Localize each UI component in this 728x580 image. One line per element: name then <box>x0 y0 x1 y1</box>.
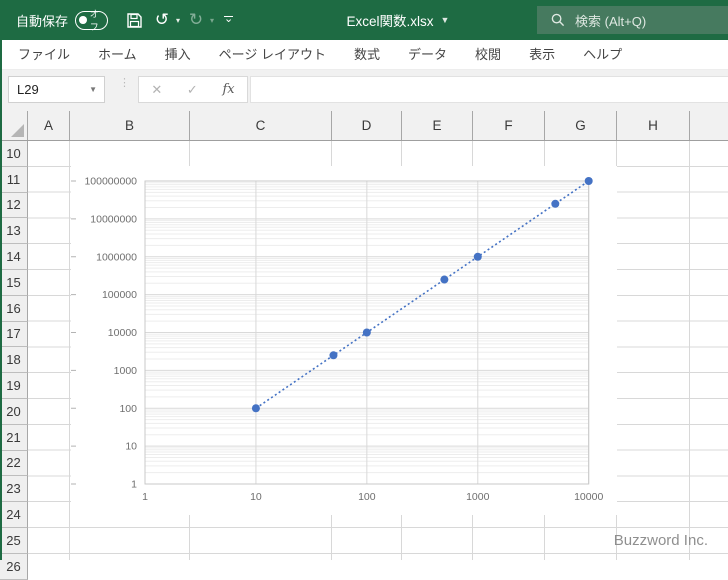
undo-dropdown-caret[interactable]: ▾ <box>176 16 180 25</box>
row-header-14[interactable]: 14 <box>0 244 28 270</box>
enter-button[interactable]: ✓ <box>187 82 198 98</box>
search-box[interactable]: 検索 (Alt+Q) <box>537 6 728 34</box>
svg-text:1: 1 <box>131 479 137 491</box>
search-icon <box>551 13 565 27</box>
chevron-down-icon: ⌄ <box>224 13 234 26</box>
formula-bar-row: L29 ▼ ⋮ ✕ ✓ fx <box>0 70 728 111</box>
autosave-state: オフ <box>89 9 99 32</box>
undo-button[interactable]: ↺ <box>150 7 174 33</box>
svg-text:10: 10 <box>250 491 262 503</box>
autosave-control[interactable]: 自動保存 オフ <box>16 9 109 32</box>
column-header-G[interactable]: G <box>545 111 617 140</box>
ribbon-tab-6[interactable]: 校閲 <box>461 40 515 69</box>
autosave-toggle[interactable]: オフ <box>75 9 109 32</box>
svg-text:1000: 1000 <box>114 365 138 377</box>
svg-text:100000000: 100000000 <box>84 176 137 188</box>
customize-qat-button[interactable]: ⌄ <box>224 13 234 26</box>
name-box[interactable]: L29 ▼ <box>8 76 105 103</box>
column-header-C[interactable]: C <box>190 111 332 140</box>
row-header-25[interactable]: 25 <box>0 528 28 554</box>
row-header-20[interactable]: 20 <box>0 399 28 425</box>
ribbon-tab-5[interactable]: データ <box>394 40 461 69</box>
row-header-12[interactable]: 12 <box>0 192 28 219</box>
window-left-border <box>0 40 2 560</box>
save-icon <box>126 12 142 28</box>
column-header-H[interactable]: H <box>617 111 690 140</box>
document-title: Excel関数.xlsx <box>346 14 434 29</box>
row-header-26[interactable]: 26 <box>0 553 28 580</box>
ribbon-tab-2[interactable]: 挿入 <box>151 40 205 69</box>
ribbon-tab-8[interactable]: ヘルプ <box>569 40 636 69</box>
insert-function-button[interactable]: fx <box>222 82 234 97</box>
ribbon-tab-1[interactable]: ホーム <box>84 40 151 69</box>
svg-text:1000000: 1000000 <box>96 251 137 263</box>
row-header-21[interactable]: 21 <box>0 424 28 451</box>
row-header-23[interactable]: 23 <box>0 476 28 503</box>
select-all-icon <box>11 124 24 137</box>
column-header-I[interactable]: I <box>690 111 728 140</box>
save-button[interactable] <box>122 7 146 33</box>
row-header-19[interactable]: 19 <box>0 373 28 399</box>
select-all-corner[interactable] <box>0 111 28 140</box>
formula-buttons: ✕ ✓ fx <box>138 76 248 103</box>
formula-bar-divider: ⋮ <box>119 77 130 89</box>
row-header-17[interactable]: 17 <box>0 321 28 348</box>
name-box-value: L29 <box>17 82 39 97</box>
undo-icon: ↺ <box>154 9 170 30</box>
column-header-A[interactable]: A <box>28 111 70 140</box>
svg-text:1: 1 <box>142 491 148 503</box>
chart[interactable]: 1 10 100 1000 10000 100000 1000000 10000000 1000… <box>71 166 617 515</box>
row-header-15[interactable]: 15 <box>0 270 28 296</box>
watermark-text: Buzzword Inc. <box>613 532 708 549</box>
row-header-16[interactable]: 16 <box>0 295 28 322</box>
svg-text:100: 100 <box>358 491 376 503</box>
name-box-caret-icon[interactable]: ▼ <box>89 85 97 94</box>
redo-button[interactable]: ↻ <box>184 7 208 33</box>
redo-icon: ↻ <box>188 9 204 30</box>
ribbon-tab-0[interactable]: ファイル <box>4 40 84 69</box>
gridline <box>69 141 70 560</box>
ribbon-tab-row: ファイル ホーム 挿入 ページ レイアウト 数式 データ 校閲 表示 ヘルプ <box>0 40 728 70</box>
row-header-18[interactable]: 18 <box>0 347 28 374</box>
scatter-log-log-chart: 1 10 100 1000 10000 100000 1000000 10000000 1000… <box>71 176 603 503</box>
column-header-F[interactable]: F <box>473 111 545 140</box>
column-header-D[interactable]: D <box>332 111 402 140</box>
column-header-B[interactable]: B <box>70 111 190 140</box>
svg-text:100: 100 <box>119 403 137 415</box>
svg-text:10000: 10000 <box>108 327 137 339</box>
row-header-10[interactable]: 10 <box>0 141 28 167</box>
title-dropdown-caret: ▼ <box>440 15 450 25</box>
document-title-control[interactable]: Excel関数.xlsx ▼ <box>347 0 450 40</box>
row-header-13[interactable]: 13 <box>0 218 28 245</box>
toggle-knob-icon <box>79 16 87 24</box>
svg-text:1000: 1000 <box>466 491 490 503</box>
row-header-11[interactable]: 11 <box>0 166 28 193</box>
ribbon-tab-7[interactable]: 表示 <box>515 40 569 69</box>
svg-text:10: 10 <box>125 441 137 453</box>
svg-text:10000: 10000 <box>574 491 603 503</box>
column-header-E[interactable]: E <box>402 111 473 140</box>
ribbon-tab-3[interactable]: ページ レイアウト <box>205 40 340 69</box>
quick-access-toolbar: ↺ ▾ ↻ ▾ ⌄ <box>122 7 233 33</box>
svg-text:10000000: 10000000 <box>90 213 137 225</box>
title-bar: 自動保存 オフ ↺ ▾ ↻ ▾ ⌄ Excel関数.xlsx ▼ 検索 (Alt… <box>0 0 728 40</box>
gridline <box>689 141 690 560</box>
row-header-24[interactable]: 24 <box>0 502 28 528</box>
row-header-22[interactable]: 22 <box>0 450 28 477</box>
cancel-button[interactable]: ✕ <box>151 82 162 98</box>
formula-input[interactable] <box>250 76 728 103</box>
ribbon-tab-4[interactable]: 数式 <box>340 40 394 69</box>
search-placeholder: 検索 (Alt+Q) <box>575 13 647 29</box>
svg-text:100000: 100000 <box>102 289 137 301</box>
worksheet: ABCDEFGHI 101112131415161718192021222324… <box>0 111 728 580</box>
redo-dropdown-caret[interactable]: ▾ <box>210 16 214 25</box>
autosave-label: 自動保存 <box>16 13 69 29</box>
column-headers: ABCDEFGHI <box>0 111 728 141</box>
